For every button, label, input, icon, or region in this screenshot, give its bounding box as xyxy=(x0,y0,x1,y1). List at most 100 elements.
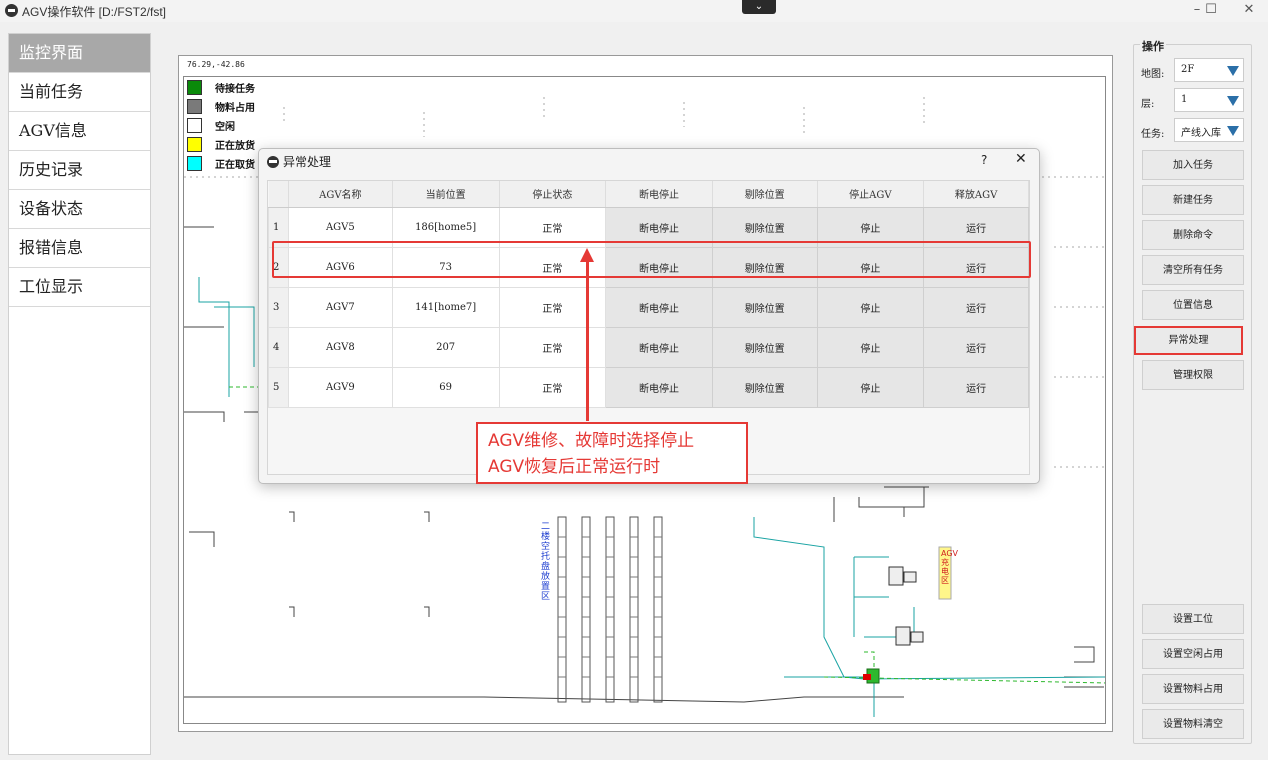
close-button[interactable]: ✕ xyxy=(1234,2,1264,17)
location-info-button[interactable]: 位置信息 xyxy=(1142,290,1244,320)
legend-item-awaiting-task: 待接任务 xyxy=(187,79,255,95)
task-label: 任务: xyxy=(1141,129,1165,140)
annotation-line-2: AGV恢复后正常运行时 xyxy=(488,457,661,477)
task-select-value: 产线入库 xyxy=(1181,128,1221,139)
row-number: 3 xyxy=(268,286,289,328)
release-agv-button[interactable]: 运行 xyxy=(923,286,1029,328)
nav-item-station-display[interactable]: 工位显示 xyxy=(9,268,150,307)
release-agv-button[interactable]: 运行 xyxy=(923,326,1029,368)
table-header-row: AGV名称 当前位置 停止状态 断电停止 剔除位置 停止AGV 释放AGV xyxy=(268,181,1029,208)
agv-name-cell: AGV5 xyxy=(287,206,393,248)
delete-command-button[interactable]: 删除命令 xyxy=(1142,220,1244,250)
column-header-stop-status[interactable]: 停止状态 xyxy=(499,181,607,208)
legend-swatch-green xyxy=(187,79,202,95)
power-off-stop-button[interactable]: 断电停止 xyxy=(605,366,713,408)
new-task-button[interactable]: 新建任务 xyxy=(1142,185,1244,215)
map-select[interactable]: 2F xyxy=(1174,58,1244,82)
power-off-stop-button[interactable]: 断电停止 xyxy=(605,326,713,368)
annotation-line-1: AGV维修、故障时选择停止 xyxy=(488,431,695,451)
stop-agv-button[interactable]: 停止 xyxy=(816,326,925,368)
legend-item-material-occupied: 物料占用 xyxy=(187,98,255,114)
maximize-button[interactable]: ☐ xyxy=(1196,2,1226,17)
table-row: 5 AGV9 69 正常 断电停止 剔除位置 停止 运行 xyxy=(268,366,1029,408)
position-cell: 207 xyxy=(391,326,500,368)
release-agv-button[interactable]: 运行 xyxy=(923,366,1029,408)
legend-swatch-white xyxy=(187,117,202,133)
column-header-release-agv[interactable]: 释放AGV xyxy=(923,181,1029,208)
row-number: 5 xyxy=(268,366,289,408)
clear-all-tasks-button[interactable]: 清空所有任务 xyxy=(1142,255,1244,285)
release-agv-button[interactable]: 运行 xyxy=(923,246,1029,288)
position-cell: 73 xyxy=(391,246,500,288)
task-select[interactable]: 产线入库 xyxy=(1174,118,1244,142)
row-number: 2 xyxy=(268,246,289,288)
remove-position-button[interactable]: 剔除位置 xyxy=(711,286,818,328)
remove-position-button[interactable]: 剔除位置 xyxy=(711,206,818,248)
stop-agv-button[interactable]: 停止 xyxy=(816,206,925,248)
title-bar: AGV操作软件 [D:/FST2/fst] ⌄ – ☐ ✕ xyxy=(0,0,1268,22)
stop-agv-button[interactable]: 停止 xyxy=(816,366,925,408)
legend-swatch-yellow xyxy=(187,136,202,152)
status-cell: 正常 xyxy=(498,326,607,368)
table-row: 1 AGV5 186[home5] 正常 断电停止 剔除位置 停止 运行 xyxy=(268,206,1029,248)
nav-item-current-task[interactable]: 当前任务 xyxy=(9,73,150,112)
map-label: 地图: xyxy=(1141,69,1165,80)
power-off-stop-button[interactable]: 断电停止 xyxy=(605,206,713,248)
column-header-remove-position[interactable]: 剔除位置 xyxy=(712,181,818,208)
legend-label: 正在取货 xyxy=(215,159,255,171)
release-agv-button[interactable]: 运行 xyxy=(923,206,1029,248)
manage-permissions-button[interactable]: 管理权限 xyxy=(1142,360,1244,390)
pallet-zone-label: 二楼空托盘放置区 xyxy=(541,522,551,602)
stop-agv-button[interactable]: 停止 xyxy=(816,286,925,328)
legend-item-idle: 空闲 xyxy=(187,117,235,133)
dialog-close-button[interactable]: ✕ xyxy=(1015,151,1027,167)
dropdown-arrow-icon xyxy=(1227,96,1239,106)
nav-item-history[interactable]: 历史记录 xyxy=(9,151,150,190)
legend-swatch-gray xyxy=(187,98,202,114)
operations-group-title: 操作 xyxy=(1140,38,1166,54)
exception-handling-button[interactable]: 异常处理 xyxy=(1134,326,1243,355)
set-idle-occupied-button[interactable]: 设置空闲占用 xyxy=(1142,639,1244,669)
floor-select[interactable]: 1 xyxy=(1174,88,1244,112)
column-header-power-off-stop[interactable]: 断电停止 xyxy=(605,181,713,208)
column-header-agv-name[interactable]: AGV名称 xyxy=(288,181,393,208)
stop-agv-button[interactable]: 停止 xyxy=(816,246,925,288)
set-material-occupied-button[interactable]: 设置物料占用 xyxy=(1142,674,1244,704)
position-cell: 141[home7] xyxy=(391,286,500,328)
agv-name-cell: AGV7 xyxy=(287,286,393,328)
agv-name-cell: AGV6 xyxy=(287,246,393,288)
column-header-stop-agv[interactable]: 停止AGV xyxy=(817,181,925,208)
side-nav: 监控界面 当前任务 AGV信息 历史记录 设备状态 报错信息 工位显示 xyxy=(8,33,151,755)
set-material-clear-button[interactable]: 设置物料清空 xyxy=(1142,709,1244,739)
agv-name-cell: AGV8 xyxy=(287,326,393,368)
row-number: 1 xyxy=(268,206,289,248)
nav-item-monitor[interactable]: 监控界面 xyxy=(9,34,150,73)
annotation-arrow-line xyxy=(586,256,589,421)
legend-label: 正在放货 xyxy=(215,140,255,152)
legend-label: 物料占用 xyxy=(215,102,255,114)
cursor-coordinates: 76.29,-42.86 xyxy=(187,60,245,69)
annotation-arrow-up-icon xyxy=(580,248,594,262)
floor-label: 层: xyxy=(1141,99,1155,110)
column-header-position[interactable]: 当前位置 xyxy=(392,181,500,208)
floor-select-value: 1 xyxy=(1181,94,1188,105)
annotation-callout: AGV维修、故障时选择停止 AGV恢复后正常运行时 xyxy=(476,422,748,484)
dialog-app-icon xyxy=(267,156,279,168)
table-row: 3 AGV7 141[home7] 正常 断电停止 剔除位置 停止 运行 xyxy=(268,286,1029,328)
add-task-button[interactable]: 加入任务 xyxy=(1142,150,1244,180)
nav-item-device-status[interactable]: 设备状态 xyxy=(9,190,150,229)
nav-item-agv-info[interactable]: AGV信息 xyxy=(9,112,150,151)
status-cell: 正常 xyxy=(498,286,607,328)
help-button[interactable]: ? xyxy=(981,153,987,167)
status-cell: 正常 xyxy=(498,366,607,408)
power-off-stop-button[interactable]: 断电停止 xyxy=(605,246,713,288)
collapse-toggle-button[interactable]: ⌄ xyxy=(742,0,776,14)
remove-position-button[interactable]: 剔除位置 xyxy=(711,326,818,368)
nav-item-error-info[interactable]: 报错信息 xyxy=(9,229,150,268)
position-cell: 69 xyxy=(391,366,500,408)
set-station-button[interactable]: 设置工位 xyxy=(1142,604,1244,634)
power-off-stop-button[interactable]: 断电停止 xyxy=(605,286,713,328)
remove-position-button[interactable]: 剔除位置 xyxy=(711,246,818,288)
remove-position-button[interactable]: 剔除位置 xyxy=(711,366,818,408)
dialog-title: 异常处理 xyxy=(283,155,332,169)
